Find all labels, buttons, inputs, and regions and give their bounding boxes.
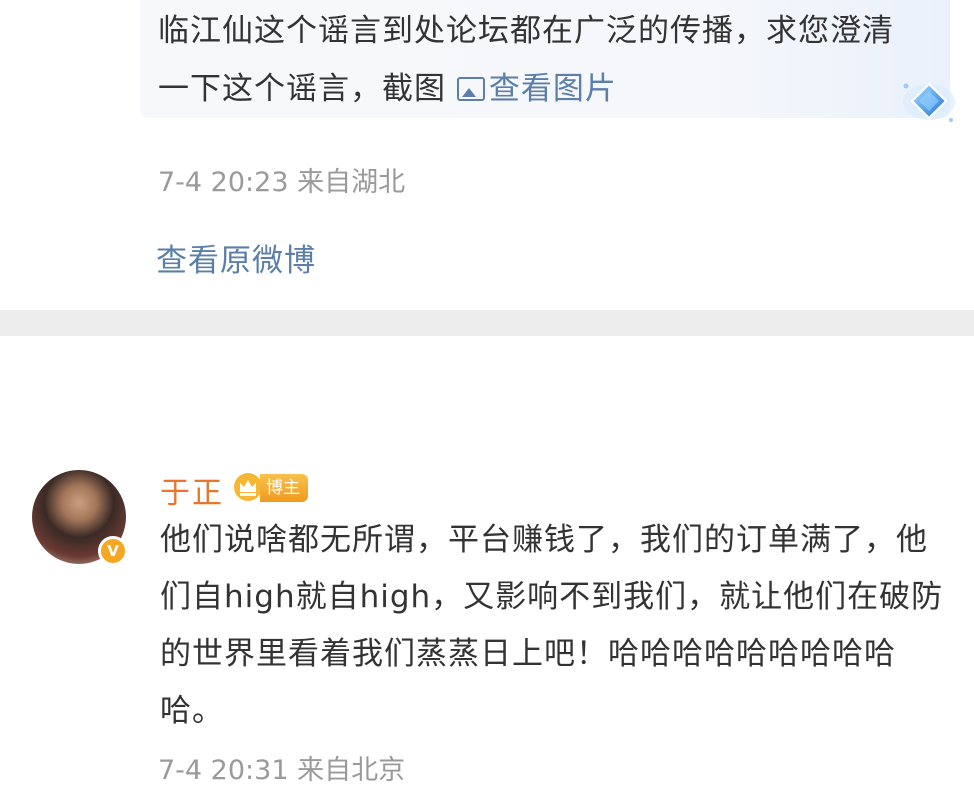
reply-text: 他们说啥都无所谓，平台赚钱了，我们的订单满了，他们自high就自high，又影响… <box>160 522 944 729</box>
verified-icon: V <box>98 536 128 566</box>
view-picture-link[interactable]: 查看图片 <box>456 71 617 107</box>
blogger-tag: 博主 <box>260 474 308 502</box>
view-picture-label: 查看图片 <box>488 71 617 107</box>
crown-icon <box>234 473 262 501</box>
reply-meta: 7-4 20:31 来自北京 <box>158 755 406 786</box>
quoted-post-card: 临江仙这个谣言到处论坛都在广泛的传播，求您澄清一下这个谣言，截图 查看图片 7-… <box>0 0 974 310</box>
quoted-post-meta: 7-4 20:23 来自湖北 <box>158 167 406 198</box>
author-name[interactable]: 于正 <box>160 468 224 512</box>
quoted-post-text: 临江仙这个谣言到处论坛都在广泛的传播，求您澄清一下这个谣言，截图 查看图片 <box>158 2 918 118</box>
diamond-badge-icon <box>903 82 955 122</box>
image-icon <box>456 77 485 101</box>
view-original-post-link[interactable]: 查看原微博 <box>156 235 316 280</box>
section-divider <box>0 310 974 336</box>
